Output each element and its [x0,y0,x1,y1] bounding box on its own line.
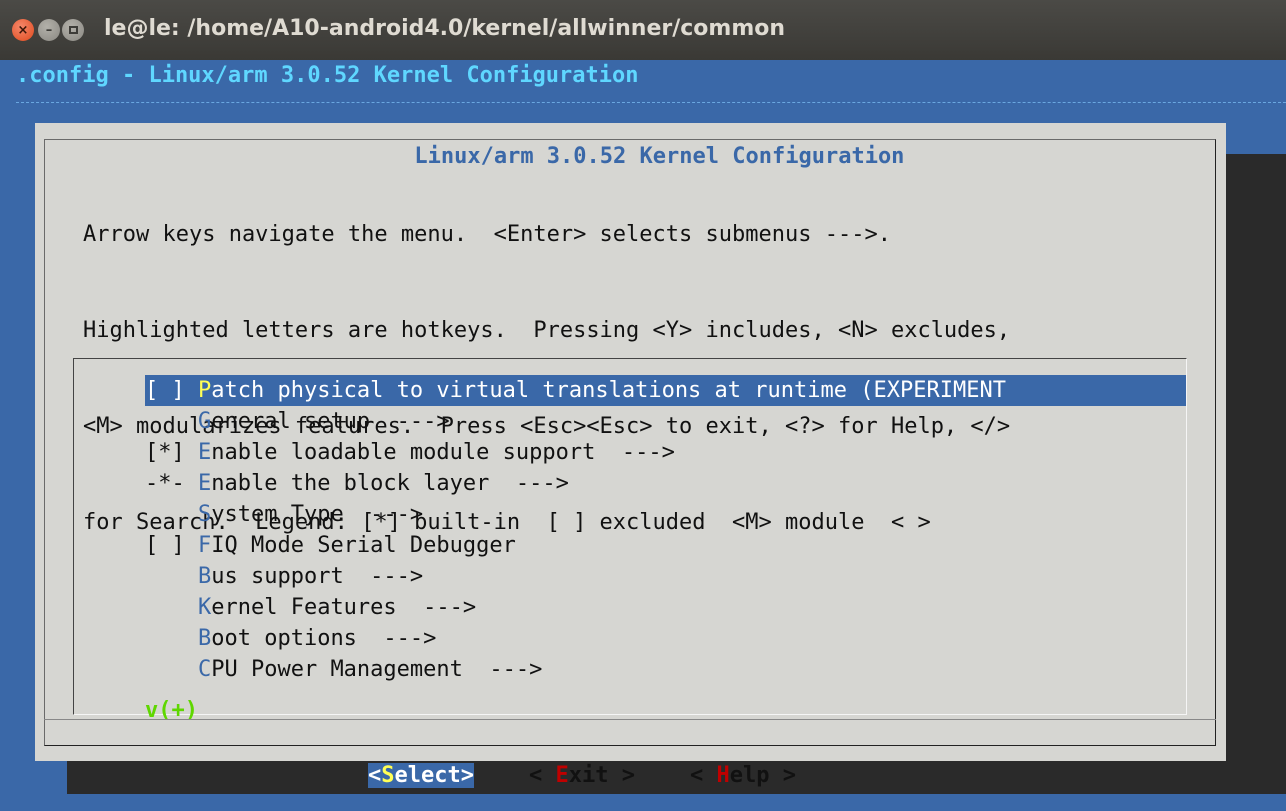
help-line: Highlighted letters are hotkeys. Pressin… [83,318,1011,343]
menu-item-hotkey: E [197,440,212,465]
button-hotkey: S [381,763,395,788]
window-title: le@le: /home/A10-android4.0/kernel/allwi… [104,16,786,41]
button-bracket: < [689,763,717,788]
maximize-icon [68,26,78,34]
menu-item-label: ystem Type ---> [211,502,424,527]
kernel-config-dialog: Linux/arm 3.0.52 Kernel Configuration Ar… [35,123,1226,788]
menu-item-label: PU Power Management ---> [211,657,543,682]
menu-item-system-type[interactable]: System Type ---> [145,499,1186,530]
menu-item-label: atch physical to virtual translations at… [211,378,1006,403]
menu-item-mark [145,623,198,654]
menu-item-label: nable the block layer ---> [211,471,569,496]
menu-item-mark [145,592,198,623]
help-line: Arrow keys navigate the menu. <Enter> se… [83,222,891,247]
config-menu-list[interactable]: [ ] Patch physical to virtual translatio… [145,375,1186,685]
button-bracket: < [528,763,556,788]
menu-item-label: ernel Features ---> [211,595,477,620]
button-area-divider [44,719,1216,720]
menu-item-mark[interactable]: [ ] [145,530,198,561]
menu-item-block-layer[interactable]: -*- Enable the block layer ---> [145,468,1186,499]
menu-item-mark [145,499,198,530]
menu-item-label: IQ Mode Serial Debugger [211,533,516,558]
menu-item-cpu-power[interactable]: C PU Power Management ---> [145,654,1186,685]
menu-item-mark [145,406,198,437]
exit-button[interactable]: < Exit > [529,763,635,788]
button-label: elp > [729,763,796,788]
window-titlebar: × – le@le: /home/A10-android4.0/kernel/a… [0,0,1286,60]
menu-item-kernel-features[interactable]: Kernel Features ---> [145,592,1186,623]
menu-item-label: oot options ---> [211,626,437,651]
menu-item-hotkey: S [197,502,212,527]
menu-item-mark [145,561,198,592]
dialog-buttons: <Select> < Exit > < Help > [368,763,796,788]
minimize-window-button[interactable]: – [38,19,60,41]
menu-item-hotkey: F [197,533,212,558]
menu-item-hotkey: B [197,564,212,589]
terminal-area: .config - Linux/arm 3.0.52 Kernel Config… [0,60,1286,811]
menu-item-mark: -*- [145,471,198,496]
button-label: xit > [568,763,635,788]
header-divider [16,102,1286,103]
menu-item-boot-options[interactable]: Boot options ---> [145,623,1186,654]
maximize-window-button[interactable] [62,19,84,41]
select-button[interactable]: <Select> [368,763,474,788]
menu-item-label: us support ---> [211,564,424,589]
menu-item-hotkey: E [197,471,212,496]
menu-item-hotkey: P [197,378,212,403]
menu-item-general-setup[interactable]: General setup ---> [145,406,1186,437]
close-icon: × [17,22,29,38]
menu-item-hotkey: G [197,409,212,434]
button-hotkey: E [555,763,569,788]
menu-item-bus-support[interactable]: Bus support ---> [145,561,1186,592]
config-header-title: .config - Linux/arm 3.0.52 Kernel Config… [16,63,639,88]
menu-item-hotkey: B [197,626,212,651]
button-label: elect> [394,763,474,788]
menu-item-patch-phys-virt[interactable]: [ ] Patch physical to virtual translatio… [145,375,1186,406]
help-button[interactable]: < Help > [690,763,796,788]
menu-item-hotkey: C [197,657,212,682]
menu-item-label: nable loadable module support ---> [211,440,675,465]
menu-item-mark [145,654,198,685]
menu-item-mark[interactable]: [*] [145,437,198,468]
button-hotkey: H [716,763,730,788]
menu-item-loadable-modules[interactable]: [*] Enable loadable module support ---> [145,437,1186,468]
minimize-icon: – [45,22,53,38]
button-bracket: < [368,763,382,788]
menu-item-label: eneral setup ---> [211,409,450,434]
menu-item-hotkey: K [197,595,212,620]
menu-item-fiq-debugger[interactable]: [ ] F IQ Mode Serial Debugger [145,530,1186,561]
menu-item-mark[interactable]: [ ] [145,375,198,406]
close-window-button[interactable]: × [12,19,34,41]
